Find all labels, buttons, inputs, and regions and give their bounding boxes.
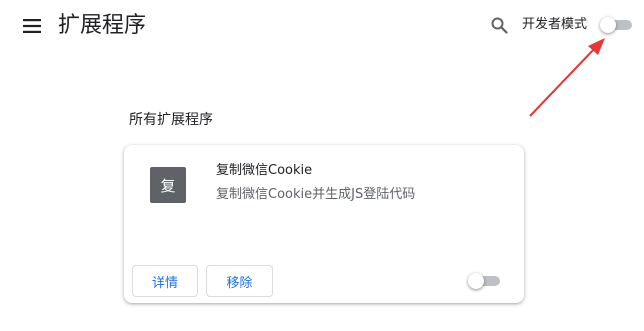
remove-button[interactable]: 移除 [206,265,273,297]
extension-name: 复制微信Cookie [216,163,313,178]
developer-mode-label: 开发者模式 [522,17,588,32]
toggle-knob [468,273,484,289]
extension-description: 复制微信Cookie并生成JS登陆代码 [216,187,416,202]
extension-icon: 复 [150,167,186,203]
developer-mode-toggle[interactable] [600,17,634,33]
extension-enable-toggle[interactable] [468,273,502,289]
page-title: 扩展程序 [58,13,147,38]
search-icon [491,17,508,34]
details-button[interactable]: 详情 [132,265,198,297]
extension-card: 复 复制微信Cookie 复制微信Cookie并生成JS登陆代码 详情 移除 [124,145,524,303]
section-title: 所有扩展程序 [129,112,213,128]
hamburger-menu-icon [23,19,41,33]
toggle-knob [600,17,616,33]
hamburger-menu-button[interactable] [20,14,44,38]
search-button[interactable] [488,14,510,36]
